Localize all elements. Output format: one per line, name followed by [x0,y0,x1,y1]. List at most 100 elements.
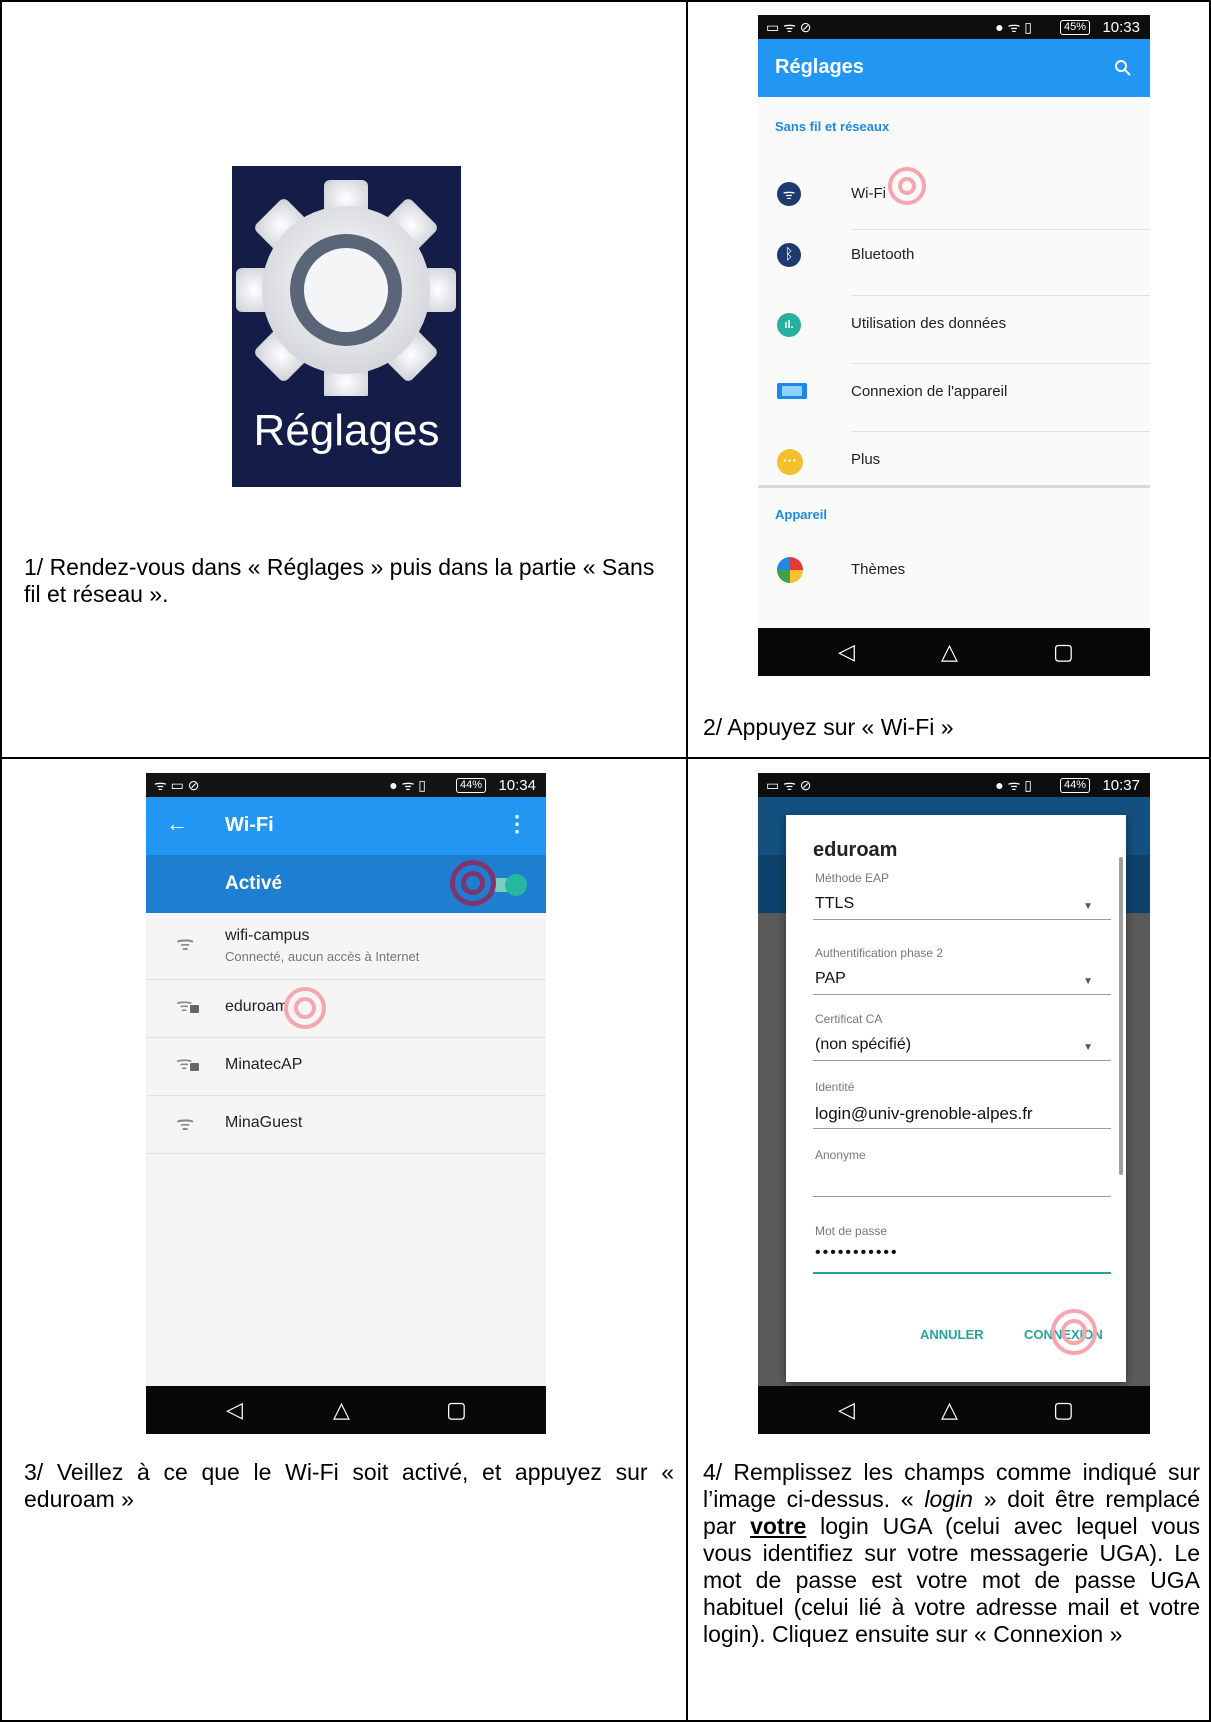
network-name: wifi-campus [225,927,310,944]
status-time: 10:33 [1102,19,1140,36]
bluetooth-icon: ᛒ [777,243,801,267]
app-bar: Réglages [758,39,1150,97]
network-row[interactable]: ᯤ wifi-campus Connecté, aucun accès à In… [146,913,546,979]
field-value: PAP [815,970,846,987]
nav-bar: ◁ △ ▢ [758,1386,1150,1434]
back-nav-icon[interactable]: ◁ [838,628,855,676]
field-underline-focused [813,1272,1111,1274]
eduroam-dialog: eduroam Méthode EAP TTLS ▼ Authentificat… [786,815,1126,1382]
more-icon: ··· [777,449,803,475]
network-name: eduroam [225,998,289,1015]
wifi-signal-icon: ᯤ [176,1113,195,1135]
data-usage-icon: ıl. [777,313,801,337]
status-icons-right: ● ᯤ ▯ [995,777,1032,793]
settings-item-label: Wi-Fi [851,185,886,202]
themes-icon [777,557,803,583]
settings-item-bluetooth[interactable]: ᛒ Bluetooth [758,229,1150,301]
divider [146,1153,546,1154]
tap-target-marker [888,167,926,205]
caption-login-italic: login [924,1486,973,1512]
status-icons-left: ᯤ ▭ ⊘ [154,777,200,793]
home-nav-icon[interactable]: △ [941,1386,958,1434]
nav-bar: ◁ △ ▢ [146,1386,546,1434]
switch-thumb [505,874,527,896]
settings-item-wifi[interactable]: ᯤ Wi-Fi [758,157,1150,229]
table-divider-horizontal [0,757,1211,759]
dropdown-caret-icon: ▼ [1083,976,1093,987]
identity-field[interactable]: Identité login@univ-grenoble-alpes.fr [813,1080,1111,1136]
phone-settings-screen: ▭ ᯤ ⊘ ● ᯤ ▯ 45% 10:33 Réglages Sans fil … [758,15,1150,676]
wifi-signal-icon: ᯤ [176,933,195,955]
page-title: Réglages [775,56,864,78]
field-underline [813,994,1111,995]
field-underline [813,1196,1111,1197]
anonymous-identity-field[interactable]: Anonyme [813,1148,1111,1204]
network-name: MinaGuest [225,1114,303,1131]
status-time: 10:34 [498,777,536,794]
recents-nav-icon[interactable]: ▢ [446,1386,467,1434]
cancel-button[interactable]: ANNULER [920,1327,984,1342]
wifi-toggle-bar[interactable]: Activé [146,855,546,913]
home-nav-icon[interactable]: △ [941,628,958,676]
field-label: Anonyme [815,1148,866,1162]
network-row[interactable]: ᯤ MinatecAP [146,1037,546,1095]
dialog-scrollbar [1119,857,1123,1175]
back-nav-icon[interactable]: ◁ [226,1386,243,1434]
field-value: ••••••••••• [815,1244,899,1261]
settings-item-label: Connexion de l'appareil [851,383,1008,400]
settings-item-more[interactable]: ··· Plus [758,431,1150,499]
field-value: login@univ-grenoble-alpes.fr [815,1104,1033,1123]
phase2-auth-select[interactable]: Authentification phase 2 PAP ▼ [813,946,1111,1002]
field-label: Méthode EAP [815,871,890,885]
status-icons-left: ▭ ᯤ ⊘ [766,777,812,793]
wifi-toggle-label: Activé [225,873,283,894]
back-nav-icon[interactable]: ◁ [838,1386,855,1434]
status-icons-left: ▭ ᯤ ⊘ [766,19,812,35]
section-header-wireless: Sans fil et réseaux [775,119,890,134]
tap-target-marker [450,860,496,906]
settings-app-icon: Réglages [232,166,461,487]
network-row[interactable]: ᯤ MinaGuest [146,1095,546,1153]
lock-icon [190,1063,199,1071]
battery-indicator: 44% [455,778,486,793]
recents-nav-icon[interactable]: ▢ [1053,628,1074,676]
app-bar: ← Wi-Fi ⋮ [146,797,546,855]
field-label: Authentification phase 2 [815,946,944,960]
back-arrow-icon[interactable]: ← [166,811,188,837]
device-connection-icon [777,383,807,399]
network-row[interactable]: ᯤ eduroam [146,979,546,1037]
home-nav-icon[interactable]: △ [333,1386,350,1434]
status-bar: ᯤ ▭ ⊘ ● ᯤ ▯ 44% 10:34 [146,773,546,797]
settings-item-label: Utilisation des données [851,315,1007,332]
password-field[interactable]: Mot de passe ••••••••••• [813,1224,1111,1280]
phone-eduroam-dialog: ▭ ᯤ ⊘ ● ᯤ ▯ 44% 10:37 eduroam Méthode EA… [758,773,1150,1434]
search-icon[interactable] [1114,59,1132,77]
caption-votre-emphasis: votre [750,1513,807,1539]
dropdown-caret-icon: ▼ [1083,901,1093,912]
settings-item-label: Thèmes [851,561,906,578]
status-time: 10:37 [1102,777,1140,794]
field-underline [813,1128,1111,1129]
recents-nav-icon[interactable]: ▢ [1053,1386,1074,1434]
dropdown-caret-icon: ▼ [1083,1042,1093,1053]
tap-target-marker [1051,1309,1097,1355]
field-label: Mot de passe [815,1224,888,1238]
overflow-menu-icon[interactable]: ⋮ [506,811,528,837]
lock-icon [190,1005,199,1013]
settings-item-label: Bluetooth [851,246,915,263]
network-status: Connecté, aucun accès à Internet [225,949,420,964]
status-bar: ▭ ᯤ ⊘ ● ᯤ ▯ 45% 10:33 [758,15,1150,39]
status-bar: ▭ ᯤ ⊘ ● ᯤ ▯ 44% 10:37 [758,773,1150,797]
settings-item-device-connection[interactable]: Connexion de l'appareil [758,363,1150,431]
settings-item-data-usage[interactable]: ıl. Utilisation des données [758,295,1150,363]
tap-target-marker [284,987,326,1029]
table-divider-vertical [686,0,688,1722]
step2-caption: 2/ Appuyez sur « Wi-Fi » [703,714,954,740]
settings-item-themes[interactable]: Thèmes [758,545,1150,585]
dialog-title: eduroam [813,839,898,861]
eap-method-select[interactable]: Méthode EAP TTLS ▼ [813,871,1111,927]
ca-certificate-select[interactable]: Certificat CA (non spécifié) ▼ [813,1012,1111,1068]
field-value: (non spécifié) [815,1036,912,1053]
network-name: MinatecAP [225,1056,303,1073]
phone-wifi-screen: ᯤ ▭ ⊘ ● ᯤ ▯ 44% 10:34 ← Wi-Fi ⋮ Activé ᯤ… [146,773,546,1434]
